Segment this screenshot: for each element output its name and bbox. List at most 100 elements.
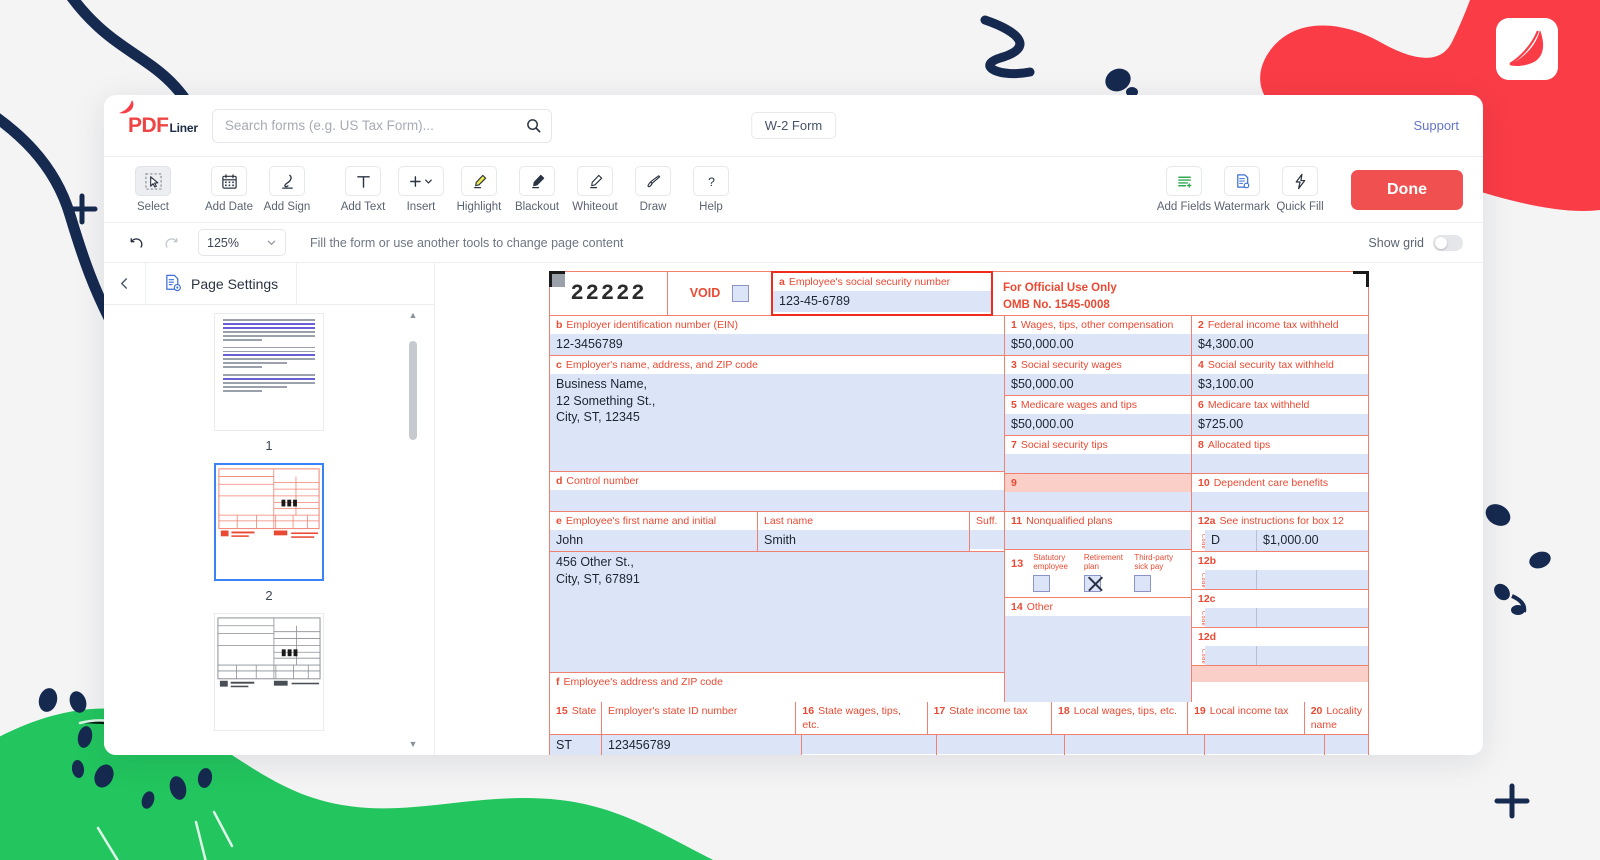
state-input-1[interactable]: ST: [550, 734, 601, 755]
local-tax-input-1[interactable]: [1205, 734, 1324, 754]
chevron-left-icon[interactable]: [118, 277, 131, 290]
calendar-icon[interactable]: [211, 166, 247, 196]
state-tax-input-1[interactable]: [937, 734, 1064, 754]
retirement-plan-checkbox[interactable]: [1083, 575, 1101, 593]
employee-last-name-input[interactable]: Smith: [758, 529, 969, 551]
redo-arrow-icon[interactable]: [163, 235, 179, 251]
tool-insert[interactable]: Insert: [392, 166, 450, 213]
search-icon[interactable]: [526, 118, 541, 133]
highlighter-icon[interactable]: [461, 166, 497, 196]
plus-chevron-icon[interactable]: [398, 166, 444, 196]
tool-blackout[interactable]: Blackout: [508, 166, 566, 213]
tool-add-fields[interactable]: Add Fields: [1155, 166, 1213, 213]
state-id-input-1[interactable]: 123456789: [602, 734, 801, 755]
locality-input-1[interactable]: [1325, 734, 1368, 754]
box-12c-value-input[interactable]: [1257, 608, 1368, 627]
box-12a-value-input[interactable]: $1,000.00: [1257, 529, 1368, 551]
tool-select[interactable]: Select: [124, 166, 182, 213]
undo-button[interactable]: [124, 230, 150, 256]
done-button[interactable]: Done: [1351, 169, 1463, 210]
page-settings-button[interactable]: Page Settings: [146, 263, 298, 304]
control-number-input[interactable]: [550, 489, 1004, 511]
page-settings-icon[interactable]: [164, 274, 183, 293]
signature-pen-icon[interactable]: [269, 166, 305, 196]
box-d-label-text: Control number: [566, 474, 639, 487]
page-thumbnail-item[interactable]: [214, 613, 324, 731]
box-12d-value-input[interactable]: [1257, 646, 1368, 666]
document-name-chip[interactable]: W-2 Form: [750, 112, 837, 139]
undo-arrow-icon[interactable]: [129, 235, 145, 251]
box-9-input[interactable]: [1005, 491, 1191, 511]
page-thumbnail[interactable]: [214, 313, 324, 431]
box-6-input[interactable]: $725.00: [1192, 413, 1368, 435]
box-12b-value-input[interactable]: [1257, 569, 1368, 589]
box-4-input[interactable]: $3,100.00: [1192, 373, 1368, 395]
tool-watermark[interactable]: Watermark: [1213, 166, 1271, 213]
box-1-input[interactable]: $50,000.00: [1005, 333, 1191, 355]
scroll-down-arrow[interactable]: ▼: [409, 740, 418, 749]
chevron-down-icon[interactable]: [266, 237, 277, 248]
tool-add-sign[interactable]: Add Sign: [258, 166, 316, 213]
add-fields-icon[interactable]: [1166, 166, 1202, 196]
third-party-sick-pay-checkbox[interactable]: [1134, 575, 1152, 593]
box-12c-code-input[interactable]: [1205, 608, 1256, 627]
tool-quick-fill[interactable]: Quick Fill: [1271, 166, 1329, 213]
search-box[interactable]: [211, 108, 552, 143]
page-thumbnail[interactable]: [214, 613, 324, 731]
ssn-input[interactable]: 123-45-6789: [773, 291, 991, 312]
box-11-label-text: Nonqualified plans: [1026, 514, 1113, 527]
employee-address-input[interactable]: 456 Other St., City, ST, 67891: [550, 551, 1004, 672]
tool-label: Select: [137, 201, 169, 213]
show-grid-control[interactable]: Show grid: [1368, 234, 1463, 251]
zoom-level-select[interactable]: 125%: [198, 229, 286, 256]
text-t-icon[interactable]: [345, 166, 381, 196]
collapse-sidebar-button[interactable]: [104, 263, 146, 304]
box-12b-code-input[interactable]: [1205, 569, 1256, 589]
employer-address-input[interactable]: Business Name, 12 Something St., City, S…: [550, 373, 1004, 471]
show-grid-toggle[interactable]: [1433, 234, 1463, 251]
box-14-input[interactable]: [1005, 616, 1191, 703]
cursor-select-icon[interactable]: [135, 166, 171, 196]
lightning-bolt-icon[interactable]: [1282, 166, 1318, 196]
document-canvas[interactable]: 22222 VOID a Employee's social security n…: [435, 263, 1483, 755]
support-link[interactable]: Support: [1413, 118, 1459, 133]
box-8-input[interactable]: [1192, 453, 1368, 473]
employee-first-name-input[interactable]: John: [550, 529, 757, 551]
redo-button[interactable]: [158, 230, 184, 256]
scrollbar-thumb[interactable]: [409, 341, 417, 440]
box-3-input[interactable]: $50,000.00: [1005, 373, 1191, 395]
box-2-input[interactable]: $4,300.00: [1192, 333, 1368, 355]
blackout-marker-icon[interactable]: [519, 166, 555, 196]
box-12a-code-input[interactable]: D: [1205, 529, 1256, 551]
scroll-up-arrow[interactable]: ▲: [409, 311, 418, 320]
tool-draw[interactable]: Draw: [624, 166, 682, 213]
box-7-input[interactable]: [1005, 453, 1191, 473]
page-thumbnail-item[interactable]: 2: [214, 463, 324, 613]
question-mark-icon[interactable]: ?: [693, 166, 729, 196]
page-thumbnail-item[interactable]: 1: [214, 313, 324, 463]
state-wages-input-1[interactable]: [802, 734, 936, 754]
suffix-input[interactable]: [970, 529, 1004, 549]
box-12d-code-input[interactable]: [1205, 646, 1256, 666]
box-10-input[interactable]: [1192, 491, 1368, 511]
page-thumbnail[interactable]: [214, 463, 324, 581]
tool-highlight[interactable]: Highlight: [450, 166, 508, 213]
brush-icon[interactable]: [635, 166, 671, 196]
search-input[interactable]: [224, 118, 526, 133]
watermark-icon[interactable]: [1224, 166, 1260, 196]
thumbnails-scrollbar[interactable]: ▲ ▼: [408, 311, 418, 749]
ein-input[interactable]: 12-3456789: [550, 333, 1004, 355]
local-wages-input-1[interactable]: [1065, 734, 1204, 754]
tool-add-date[interactable]: Add Date: [200, 166, 258, 213]
box-11-input[interactable]: [1005, 529, 1191, 549]
void-checkbox[interactable]: [732, 284, 750, 302]
tool-whiteout[interactable]: Whiteout: [566, 166, 624, 213]
pdfliner-logo[interactable]: PDF Liner: [119, 100, 198, 138]
statutory-employee-checkbox[interactable]: [1033, 575, 1051, 593]
tool-add-text[interactable]: Add Text: [334, 166, 392, 213]
tool-help[interactable]: ? Help: [682, 166, 740, 213]
employee-name-labels: e Employee's first name and initial John …: [550, 511, 1004, 551]
whiteout-marker-icon[interactable]: [577, 166, 613, 196]
box-5-input[interactable]: $50,000.00: [1005, 413, 1191, 435]
scrollbar-track[interactable]: [409, 325, 417, 735]
